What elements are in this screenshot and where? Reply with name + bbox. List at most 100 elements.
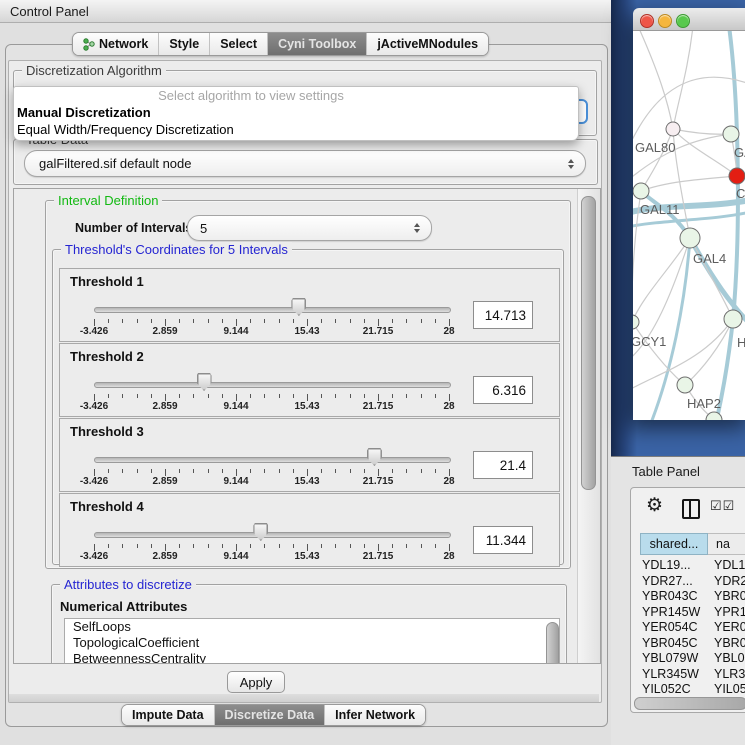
network-edge [641,176,737,191]
slider-tick [350,544,351,548]
slider-track[interactable] [94,307,451,313]
threshold-value-field[interactable]: 21.4 [473,451,533,479]
number-of-intervals-combo[interactable]: 5 [187,215,432,241]
dropdown-item-equal-width-frequency-discretization[interactable]: Equal Width/Frequency Discretization [14,121,578,138]
gear-icon[interactable]: ⚙ [646,494,663,517]
slider-tick [350,394,351,398]
cell-shared-name: YPR145W [640,605,708,621]
slider-thumb[interactable] [253,523,268,541]
select-columns-checkboxes-icon[interactable]: ☑☑ [710,498,735,514]
slider-tick [179,544,180,548]
slider-tick-label: 28 [419,476,479,487]
network-canvas[interactable]: GAL80GACGAL11GAL4GCY1HHAP2 [633,31,745,420]
numerical-attributes-label: Numerical Attributes [60,599,187,614]
slider-tick [236,394,237,401]
control-panel-titlebar: Control Panel [0,0,611,23]
slider-tick-label: 15.43 [277,326,337,337]
network-node-gal4[interactable] [680,228,700,248]
tab-label: Network [99,37,148,51]
tab-network[interactable]: Network [73,33,158,55]
combo-stepper-icon [568,159,574,169]
table-row[interactable]: YBR043CYBR04 [640,589,745,605]
number-of-intervals-label: Number of Intervals [75,221,192,235]
table-horizontal-scrollbar[interactable] [634,697,745,710]
network-node-h[interactable] [724,310,742,328]
numerical-attributes-list[interactable]: SelfLoopsTopologicalCoefficientBetweenne… [64,618,560,664]
screenshot-root: Control Panel ✖ NetworkStyleSelectCyni T… [0,0,745,745]
slider-tick-label: 28 [419,551,479,562]
tab-impute-data[interactable]: Impute Data [122,705,214,725]
slider-tick [378,469,379,476]
slider-tick [321,469,322,473]
threshold-value-field[interactable]: 11.344 [473,526,533,554]
slider-tick [137,319,138,323]
tab-jactivemnodules[interactable]: jActiveMNodules [366,33,488,55]
attribute-item-topologicalcoefficient[interactable]: TopologicalCoefficient [65,635,559,651]
slider-tick [193,319,194,323]
slider-track[interactable] [94,457,451,463]
table-data-combo-value: galFiltered.sif default node [39,156,191,171]
threshold-label: Threshold 1 [70,274,144,289]
attribute-item-selfloops[interactable]: SelfLoops [65,619,559,635]
list-scrollbar-thumb[interactable] [546,622,559,664]
tab-cyni-toolbox[interactable]: Cyni Toolbox [267,33,366,55]
table-row[interactable]: YBR045CYBR04 [640,636,745,652]
network-node-c[interactable] [729,168,745,184]
discretization-algorithm-label: Discretization Algorithm [22,63,166,78]
table-row[interactable]: YLR345WYLR34 [640,667,745,683]
zoom-button-icon[interactable] [676,14,690,28]
slider-tick [279,394,280,398]
network-node-hap2[interactable] [677,377,693,393]
network-node-ga[interactable] [723,126,739,142]
network-node-gal80[interactable] [666,122,680,136]
column-header-name[interactable]: na [708,533,745,555]
table-row[interactable]: YPR145WYPR14 [640,605,745,621]
cell-name: YBR04 [708,589,745,605]
threshold-value-field[interactable]: 14.713 [473,301,533,329]
attribute-item-betweennesscentrality[interactable]: BetweennessCentrality [65,651,559,664]
tab-style[interactable]: Style [158,33,209,55]
slider-tick [250,319,251,323]
table-row[interactable]: YDR27...YDR27 [640,574,745,590]
slider-tick [250,394,251,398]
columns-icon[interactable] [682,499,700,519]
slider-tick [108,469,109,473]
slider-track[interactable] [94,532,451,538]
threshold-value-field[interactable]: 6.316 [473,376,533,404]
slider-tick-label: -3.426 [64,476,124,487]
slider-tick-label: 15.43 [277,476,337,487]
cell-name: YPR14 [708,605,745,621]
table-row[interactable]: YIL052CYIL05 [640,682,745,694]
dropdown-item-manual-discretization[interactable]: Manual Discretization [14,104,578,121]
table-data-combo[interactable]: galFiltered.sif default node [24,150,586,177]
slider-tick [179,394,180,398]
slider-thumb[interactable] [197,373,212,391]
slider-tick [293,469,294,473]
minimize-button-icon[interactable] [658,14,672,28]
settings-scrollbar-thumb[interactable] [581,196,596,490]
slider-tick [151,469,152,473]
slider-tick-label: 21.715 [348,476,408,487]
network-node-gal11[interactable] [633,183,649,199]
table-row[interactable]: YDL19...YDL19 [640,558,745,574]
table-row[interactable]: YER054CYER05 [640,620,745,636]
slider-track[interactable] [94,382,451,388]
algorithm-dropdown-placeholder[interactable]: Select algorithm to view settings [14,87,578,104]
tab-infer-network[interactable]: Infer Network [324,705,425,725]
tab-select[interactable]: Select [209,33,267,55]
slider-tick [335,319,336,323]
slider-tick [208,319,209,323]
slider-thumb[interactable] [367,448,382,466]
slider-tick [94,469,95,476]
slider-tick [108,394,109,398]
network-window-titlebar [633,8,745,31]
slider-thumb[interactable] [291,298,306,316]
close-button-icon[interactable] [640,14,654,28]
network-node-gcy1[interactable] [633,315,639,329]
column-header-shared-name[interactable]: shared... [640,533,708,555]
table-row[interactable]: YBL079WYBL07 [640,651,745,667]
tab-discretize-data[interactable]: Discretize Data [214,705,325,725]
apply-button[interactable]: Apply [227,671,285,693]
slider-tick [293,394,294,398]
slider-tick-label: 28 [419,401,479,412]
